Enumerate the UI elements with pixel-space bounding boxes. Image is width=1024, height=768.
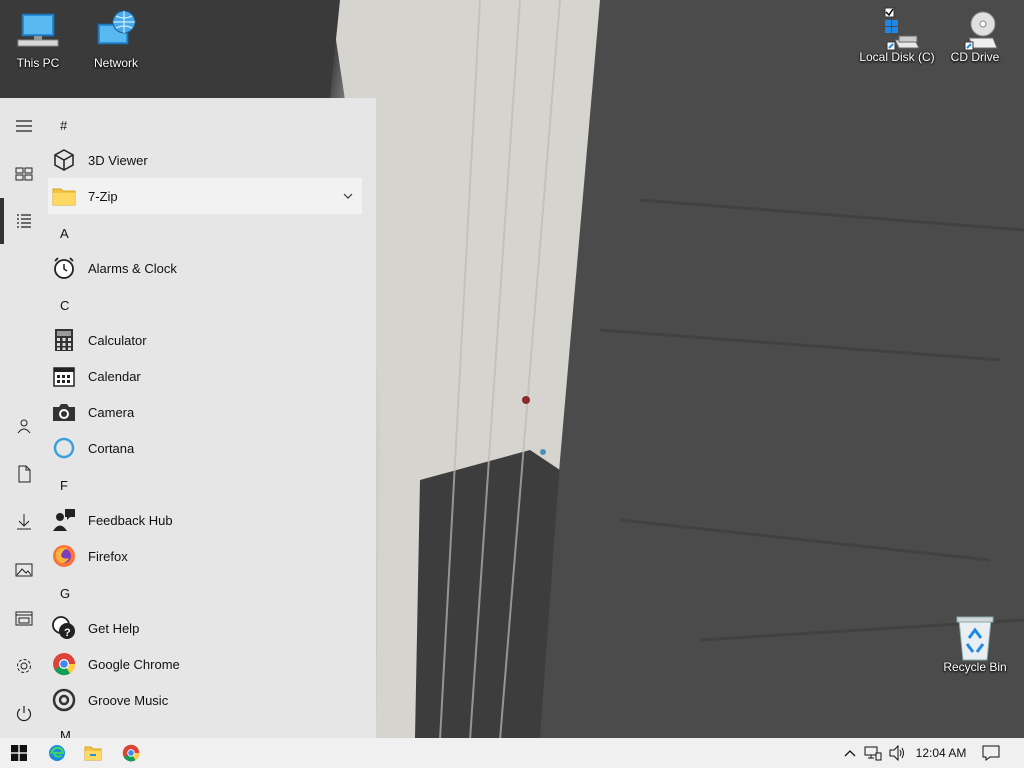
- chrome-icon[interactable]: [112, 738, 150, 768]
- downloads-icon[interactable]: [0, 500, 48, 544]
- app-get-help[interactable]: ? Get Help: [48, 610, 362, 646]
- app-name: Calendar: [88, 368, 141, 384]
- start-windows-icon[interactable]: [0, 738, 38, 768]
- cortana-ring-icon: [52, 436, 76, 460]
- cube-icon: [52, 148, 76, 172]
- app-calendar[interactable]: Calendar: [48, 358, 362, 394]
- file-explorer-icon[interactable]: [74, 738, 112, 768]
- clock-time: 12:04 AM: [915, 746, 967, 760]
- action-center-icon[interactable]: [976, 738, 1006, 768]
- pictures-icon[interactable]: [0, 548, 48, 592]
- chevron-down-icon[interactable]: [342, 190, 354, 205]
- desktop-icon-label: Recycle Bin: [943, 660, 1007, 674]
- section-header-m[interactable]: M: [60, 728, 71, 738]
- tiles-icon[interactable]: [0, 152, 48, 196]
- desktop-icon-label: This PC: [16, 56, 60, 70]
- app-3d-viewer[interactable]: 3D Viewer: [48, 142, 362, 178]
- computer-icon: [14, 10, 62, 54]
- edge-icon[interactable]: [38, 738, 76, 768]
- taskbar-clock[interactable]: 12:04 AM: [910, 738, 972, 768]
- documents-icon[interactable]: [0, 452, 48, 496]
- show-hidden-icons-chevron[interactable]: [840, 738, 860, 768]
- user-icon[interactable]: [0, 404, 48, 448]
- hamburger-icon[interactable]: [0, 104, 48, 148]
- folder-icon: [52, 184, 76, 208]
- calendar-icon: [52, 364, 76, 388]
- app-camera[interactable]: Camera: [48, 394, 362, 430]
- desktop-icon-this-pc[interactable]: This PC: [0, 10, 76, 70]
- camera-icon: [52, 400, 76, 424]
- file-explorer-icon[interactable]: [0, 596, 48, 640]
- firefox-icon: [52, 544, 76, 568]
- section-header-hash[interactable]: #: [60, 118, 67, 133]
- calculator-icon: [52, 328, 76, 352]
- desktop-icon-cd-drive[interactable]: CD Drive: [938, 6, 1012, 64]
- desktop-icon-recycle-bin[interactable]: Recycle Bin: [937, 614, 1013, 674]
- desktop-icon-local-disk[interactable]: Local Disk (C): [858, 6, 936, 64]
- section-header-c[interactable]: C: [60, 298, 69, 313]
- svg-text:?: ?: [64, 627, 71, 639]
- app-name: 3D Viewer: [88, 152, 148, 168]
- app-7-zip-folder[interactable]: 7-Zip: [48, 178, 362, 214]
- app-cortana[interactable]: Cortana: [48, 430, 362, 466]
- app-google-chrome[interactable]: Google Chrome: [48, 646, 362, 682]
- app-name: Camera: [88, 404, 135, 420]
- recycle-bin-icon: [951, 614, 999, 661]
- app-name: Feedback Hub: [88, 512, 173, 528]
- hard-drive-icon: [873, 6, 921, 51]
- cd-drive-icon: [951, 6, 999, 51]
- app-name: Google Chrome: [88, 656, 180, 672]
- taskbar: 12:04 AM: [0, 738, 1024, 768]
- desktop-icon-label: Network: [93, 56, 138, 70]
- app-name: Alarms & Clock: [88, 260, 177, 276]
- app-list: # 3D Viewer 7-Zip A Alarms & Clock C Cal…: [48, 98, 376, 738]
- section-header-a[interactable]: A: [60, 226, 69, 241]
- power-icon[interactable]: [0, 692, 48, 736]
- app-name: Firefox: [88, 548, 128, 564]
- network-globe-icon: [92, 10, 140, 54]
- app-groove-music[interactable]: Groove Music: [48, 682, 362, 718]
- section-header-g[interactable]: G: [60, 586, 70, 601]
- app-name: 7-Zip: [88, 188, 118, 204]
- app-name: Get Help: [88, 620, 140, 636]
- app-name: Groove Music: [88, 692, 169, 708]
- groove-disc-icon: [52, 688, 76, 712]
- feedback-person-icon: [52, 508, 76, 532]
- volume-icon[interactable]: [886, 738, 910, 768]
- start-menu: # 3D Viewer 7-Zip A Alarms & Clock C Cal…: [0, 98, 376, 738]
- section-header-f[interactable]: F: [60, 478, 68, 493]
- app-feedback-hub[interactable]: Feedback Hub: [48, 502, 362, 538]
- settings-icon[interactable]: [0, 644, 48, 688]
- app-name: Calculator: [88, 332, 147, 348]
- desktop-icon-network[interactable]: Network: [78, 10, 154, 70]
- all-apps-icon[interactable]: [0, 199, 48, 243]
- network-icon[interactable]: [862, 738, 884, 768]
- app-firefox[interactable]: Firefox: [48, 538, 362, 574]
- help-bubble-icon: ?: [52, 616, 76, 640]
- chrome-icon: [52, 652, 76, 676]
- app-calculator[interactable]: Calculator: [48, 322, 362, 358]
- app-alarms-clock[interactable]: Alarms & Clock: [48, 250, 362, 286]
- start-menu-rail: [0, 98, 48, 738]
- app-name: Cortana: [88, 440, 135, 456]
- alarm-clock-icon: [52, 256, 76, 280]
